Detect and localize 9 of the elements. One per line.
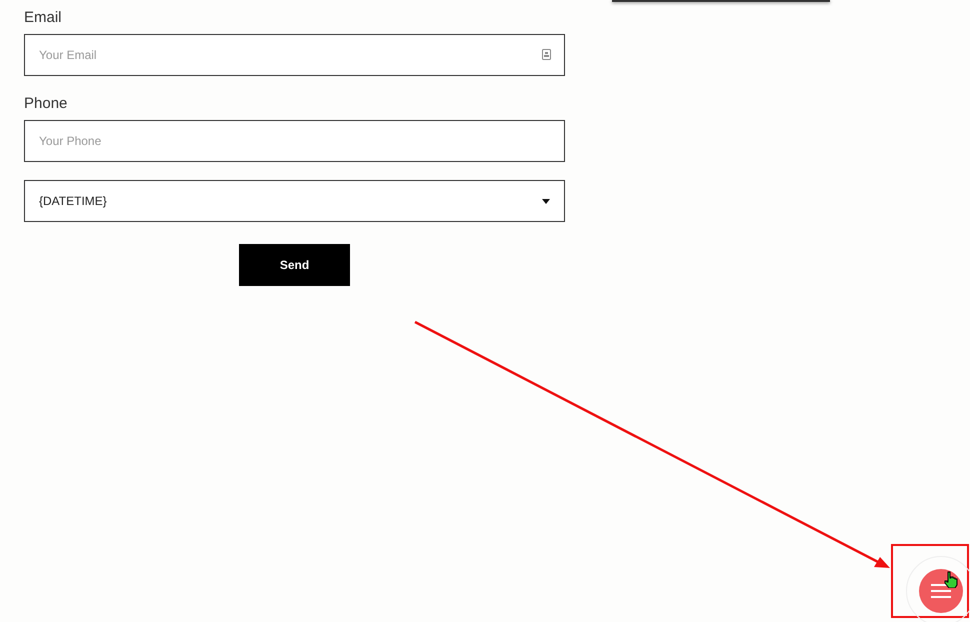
- send-button[interactable]: Send: [239, 244, 350, 286]
- hand-cursor-icon: [944, 571, 958, 588]
- field-label: Email: [24, 8, 63, 28]
- input-field[interactable]: Your Phone: [24, 120, 565, 162]
- datetime-dropdown[interactable]: {DATETIME}: [24, 180, 565, 222]
- caret-icon: [542, 198, 550, 204]
- input-field[interactable]: Your Email: [24, 34, 565, 76]
- field-label: Phone: [24, 94, 68, 114]
- menu-button[interactable]: [919, 569, 963, 613]
